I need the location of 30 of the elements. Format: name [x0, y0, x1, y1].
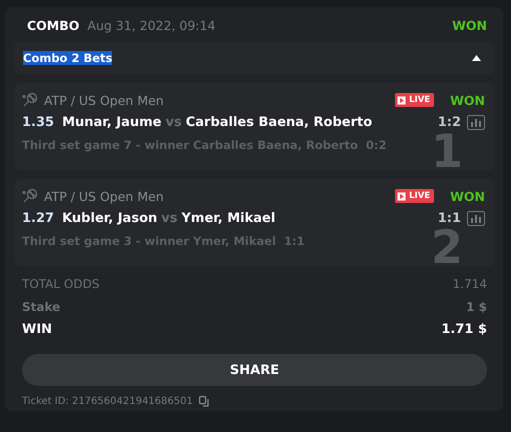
- statistics-icon[interactable]: [467, 114, 485, 130]
- statistics-icon[interactable]: [467, 210, 485, 226]
- ticket-id: Ticket ID: 2176560421941686501: [22, 396, 193, 407]
- bet-type: COMBO: [27, 18, 80, 32]
- copy-icon[interactable]: [198, 396, 210, 407]
- total-value: 1 $: [466, 300, 487, 314]
- live-badge: LIVE: [395, 93, 434, 107]
- bet-result: WON: [450, 188, 485, 204]
- league-name: ATP / US Open Men: [44, 188, 164, 204]
- total-value: 1.71 $: [441, 322, 487, 337]
- total-label: TOTAL ODDS: [22, 276, 100, 290]
- bet-result: WON: [452, 18, 487, 32]
- bet-odds: 1.35: [22, 114, 54, 130]
- bet-result: WON: [450, 92, 485, 108]
- live-badge: LIVE: [395, 189, 434, 203]
- bets-group-header[interactable]: Combo 2 Bets: [14, 42, 495, 74]
- match-teams: Kubler, Jason vs Ymer, Mikael: [62, 210, 276, 226]
- bet-date: Aug 31, 2022, 09:14: [87, 18, 216, 32]
- match-score: 1:1: [438, 210, 461, 226]
- tennis-racket-icon: [22, 92, 38, 108]
- league-name: ATP / US Open Men: [44, 92, 164, 108]
- group-title: Combo 2 Bets: [23, 51, 112, 65]
- total-value: 1.714: [452, 276, 487, 290]
- bet-odds: 1.27: [22, 210, 54, 226]
- share-button[interactable]: SHARE: [22, 354, 487, 386]
- match-teams: Munar, Jaume vs Carballes Baena, Roberto: [62, 114, 372, 130]
- match-score: 1:2: [438, 114, 461, 130]
- total-label: Stake: [22, 300, 60, 314]
- tennis-racket-icon: [22, 188, 38, 204]
- total-label: WIN: [22, 322, 52, 337]
